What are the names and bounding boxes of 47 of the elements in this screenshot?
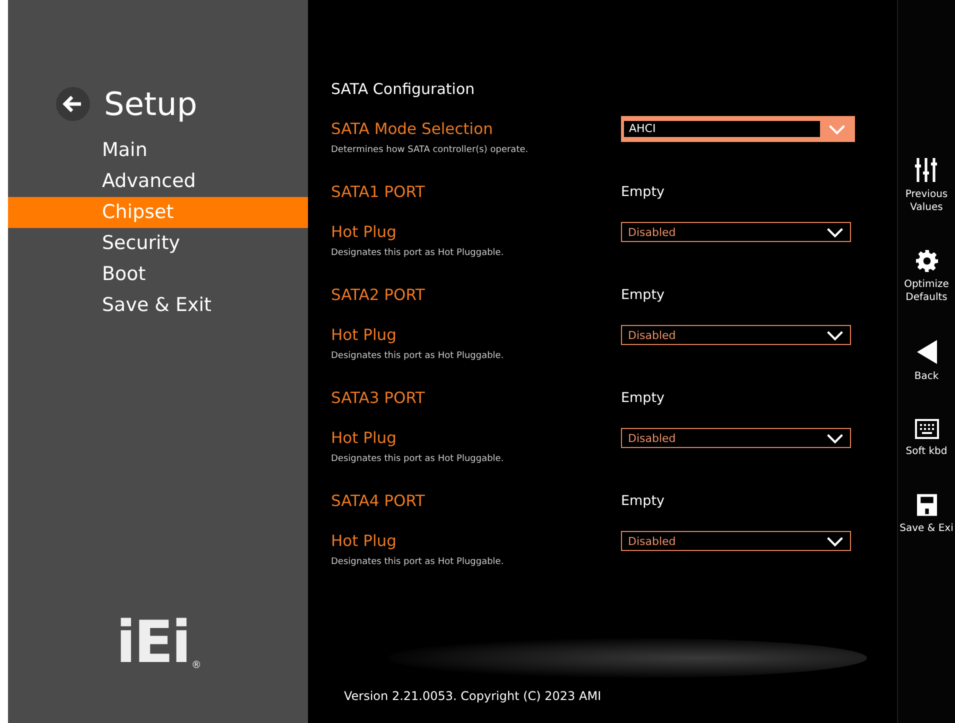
menu-item[interactable]: Advanced (8, 166, 308, 197)
help-text: Designates this port as Hot Pluggable. (331, 557, 505, 567)
setting-value: Empty (621, 390, 665, 406)
setting-label: SATA1 PORT (331, 183, 426, 201)
menu-item[interactable]: Save & Exit (8, 290, 308, 321)
help-text: Determines how SATA controller(s) operate. (331, 145, 530, 155)
menu-item[interactable]: Main (8, 135, 308, 166)
caret-icon (826, 226, 844, 238)
toolbar-button[interactable]: Optimize Defaults (904, 250, 949, 304)
dropdown[interactable]: Disabled (621, 428, 851, 448)
help-text: Designates this port as Hot Pluggable. (331, 351, 505, 361)
toolbar-button[interactable]: Previous Values (905, 158, 948, 214)
sliders-icon (915, 158, 938, 182)
setting-label: Hot Plug (331, 223, 398, 241)
version-text: Version 2.21.0053. Copyright (C) 2023 AMI (344, 689, 602, 703)
gear-icon (916, 250, 938, 272)
help-text: Designates this port as Hot Pluggable. (331, 454, 505, 464)
logo: iEi (116, 613, 190, 671)
caret-icon (826, 432, 844, 444)
toolbar-button[interactable]: Soft kbd (906, 419, 948, 458)
dropdown[interactable]: AHCI (621, 116, 855, 142)
setting-value: Empty (621, 184, 665, 200)
dropdown[interactable]: Disabled (621, 531, 851, 551)
dropdown[interactable]: Disabled (621, 222, 851, 242)
caret-icon (828, 124, 846, 134)
registered-mark: ® (191, 660, 202, 671)
keyboard-icon (914, 419, 938, 439)
caret-icon (826, 330, 844, 340)
setting-label: Hot Plug (331, 532, 398, 550)
back-triangle-icon (916, 340, 936, 364)
menu-item[interactable]: Security (8, 228, 308, 259)
setting-label: SATA4 PORT (331, 492, 426, 510)
help-text: Designates this port as Hot Pluggable. (331, 248, 505, 258)
section-title: SATA Configuration (331, 80, 476, 98)
toolbar-button[interactable]: Save & Exi (900, 494, 954, 535)
setting-value: Empty (621, 493, 665, 509)
setting-label: SATA3 PORT (331, 389, 426, 407)
dropdown[interactable]: Disabled (621, 325, 851, 345)
caret-icon (826, 536, 844, 546)
setting-label: Hot Plug (331, 326, 398, 344)
sidebar-title: Setup (104, 85, 198, 123)
setting-label: SATA2 PORT (331, 286, 426, 304)
menu-item[interactable]: Boot (8, 259, 308, 290)
toolbar-button[interactable]: Back (914, 340, 939, 383)
setting-label: Hot Plug (331, 429, 398, 447)
setting-label: SATA Mode Selection (331, 120, 494, 138)
setting-value: Empty (621, 287, 665, 303)
